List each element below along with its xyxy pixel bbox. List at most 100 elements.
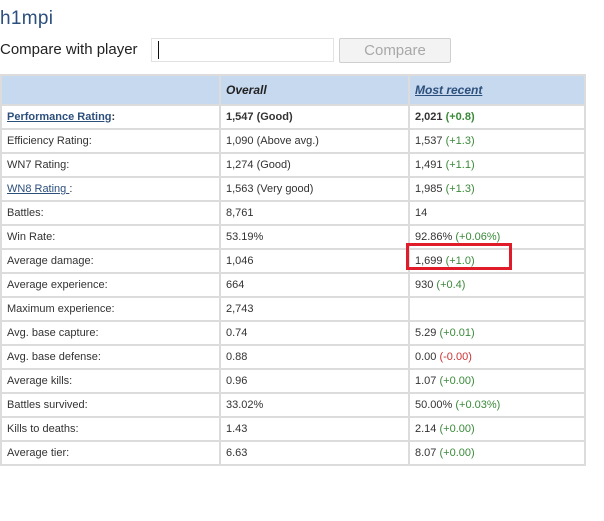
stat-recent-cell: 5.29 (+0.01) [408,320,586,346]
table-row: WN7 Rating: 1,274 (Good) 1,491 (+1.1) [0,152,586,178]
table-row: Average experience: 664 930 (+0.4) [0,272,586,298]
stats-table: Overall Most recent Performance Rating: 1… [0,74,586,466]
stat-recent-value: 0.00 [415,351,437,363]
table-row: Avg. base defense: 0.88 0.00 (-0.00) [0,344,586,370]
table-row: Average tier: 6.63 8.07 (+0.00) [0,440,586,466]
stat-recent-delta: (-0.00) [439,351,472,363]
stat-overall-value: 0.96 [219,368,410,394]
stat-recent-value: 930 [415,279,434,291]
stat-overall-value: 1,046 [219,248,410,274]
stat-label-link[interactable]: WN8 Rating [7,183,69,195]
table-row: Average kills: 0.96 1.07 (+0.00) [0,368,586,394]
stat-label-cell: Performance Rating: [0,104,221,130]
header-overall: Overall [219,74,410,106]
header-most-recent-link[interactable]: Most recent [408,74,586,106]
stat-recent-value: 1,699 [415,255,443,267]
stat-overall-value: 2,743 [219,296,410,322]
stat-overall-value: 53.19% [219,224,410,250]
stat-recent-delta: (+0.00) [439,423,475,435]
stat-recent-cell: 0.00 (-0.00) [408,344,586,370]
compare-label: Compare with player [0,41,138,58]
stat-label-link[interactable]: Performance Rating [7,111,112,123]
stat-label: Average damage: [7,255,94,267]
table-row: Average damage: 1,046 1,699 (+1.0) [0,248,586,274]
stat-label: WN7 Rating: [7,159,70,171]
stat-overall-value: 8,761 [219,200,410,226]
player-name: h1mpi [0,8,54,29]
stat-recent-cell: 1,699 (+1.0) [408,248,586,274]
stat-recent-delta: (+1.3) [445,135,475,147]
stat-recent-cell: 1.07 (+0.00) [408,368,586,394]
stat-recent-delta: (+0.06%) [455,231,501,243]
stat-label: Average kills: [7,375,73,387]
stat-recent-cell: 2.14 (+0.00) [408,416,586,442]
stat-label-cell: Average tier: [0,440,221,466]
stat-recent-cell: 1,985 (+1.3) [408,176,586,202]
stat-recent-delta: (+0.4) [436,279,466,291]
header-label [0,74,221,106]
stat-label-cell: WN7 Rating: [0,152,221,178]
table-row: Battles: 8,761 14 [0,200,586,226]
stat-overall-value: 664 [219,272,410,298]
compare-player-input[interactable] [151,38,334,62]
stat-overall-value: 0.88 [219,344,410,370]
stat-recent-value: 1.07 [415,375,437,387]
compare-button[interactable]: Compare [339,38,451,63]
stat-recent-cell: 2,021 (+0.8) [408,104,586,130]
stat-label-cell: Battles: [0,200,221,226]
stat-label: Kills to deaths: [7,423,79,435]
stat-recent-delta: (+1.1) [445,159,475,171]
stat-recent-cell: 14 [408,200,586,226]
stat-label-cell: Efficiency Rating: [0,128,221,154]
stat-recent-value: 1,985 [415,183,443,195]
stat-recent-value: 1,537 [415,135,443,147]
stat-overall-value: 0.74 [219,320,410,346]
table-row: Win Rate: 53.19% 92.86% (+0.06%) [0,224,586,250]
stat-recent-delta: (+0.00) [439,375,475,387]
stat-label-cell: Avg. base capture: [0,320,221,346]
stat-label: Battles survived: [7,399,88,411]
stat-label: Average tier: [7,447,70,459]
table-row: Performance Rating: 1,547 (Good) 2,021 (+0… [0,104,586,130]
stat-label-cell: Average experience: [0,272,221,298]
stat-overall-value: 1.43 [219,416,410,442]
stat-recent-cell: 930 (+0.4) [408,272,586,298]
stat-recent-delta: (+1.3) [445,183,475,195]
stat-label: Maximum experience: [7,303,115,315]
stat-label-cell: Average damage: [0,248,221,274]
stat-recent-value: 50.00% [415,399,453,411]
stat-overall-value: 1,274 (Good) [219,152,410,178]
stat-label: Avg. base defense: [7,351,101,363]
stat-label-cell: Maximum experience: [0,296,221,322]
stat-overall-value: 33.02% [219,392,410,418]
stat-recent-cell [408,296,586,322]
stat-label: Battles: [7,207,44,219]
stat-label-suffix: : [111,111,116,123]
stat-recent-value: 1,491 [415,159,443,171]
stat-label-cell: Win Rate: [0,224,221,250]
stat-label-cell: WN8 Rating : [0,176,221,202]
stat-recent-delta: (+0.01) [439,327,475,339]
table-row: Maximum experience: 2,743 [0,296,586,322]
stat-recent-delta: (+0.00) [439,447,475,459]
stat-recent-value: 8.07 [415,447,437,459]
table-row: Kills to deaths: 1.43 2.14 (+0.00) [0,416,586,442]
stat-recent-value: 2.14 [415,423,437,435]
stat-label: Average experience: [7,279,108,291]
stat-recent-delta: (+1.0) [445,255,475,267]
stat-label: Avg. base capture: [7,327,99,339]
stat-recent-cell: 50.00% (+0.03%) [408,392,586,418]
stat-overall-value: 1,090 (Above avg.) [219,128,410,154]
stat-overall-value: 1,563 (Very good) [219,176,410,202]
stat-recent-cell: 1,537 (+1.3) [408,128,586,154]
stat-overall-value: 6.63 [219,440,410,466]
stat-overall-value: 1,547 (Good) [219,104,410,130]
stat-label-cell: Battles survived: [0,392,221,418]
table-row: Battles survived: 33.02% 50.00% (+0.03%) [0,392,586,418]
stat-label-cell: Kills to deaths: [0,416,221,442]
stat-recent-value: 5.29 [415,327,437,339]
stat-recent-delta: (+0.03%) [455,399,501,411]
stat-label: Win Rate: [7,231,56,243]
table-row: Avg. base capture: 0.74 5.29 (+0.01) [0,320,586,346]
compare-form: Compare with player Compare [0,38,604,64]
